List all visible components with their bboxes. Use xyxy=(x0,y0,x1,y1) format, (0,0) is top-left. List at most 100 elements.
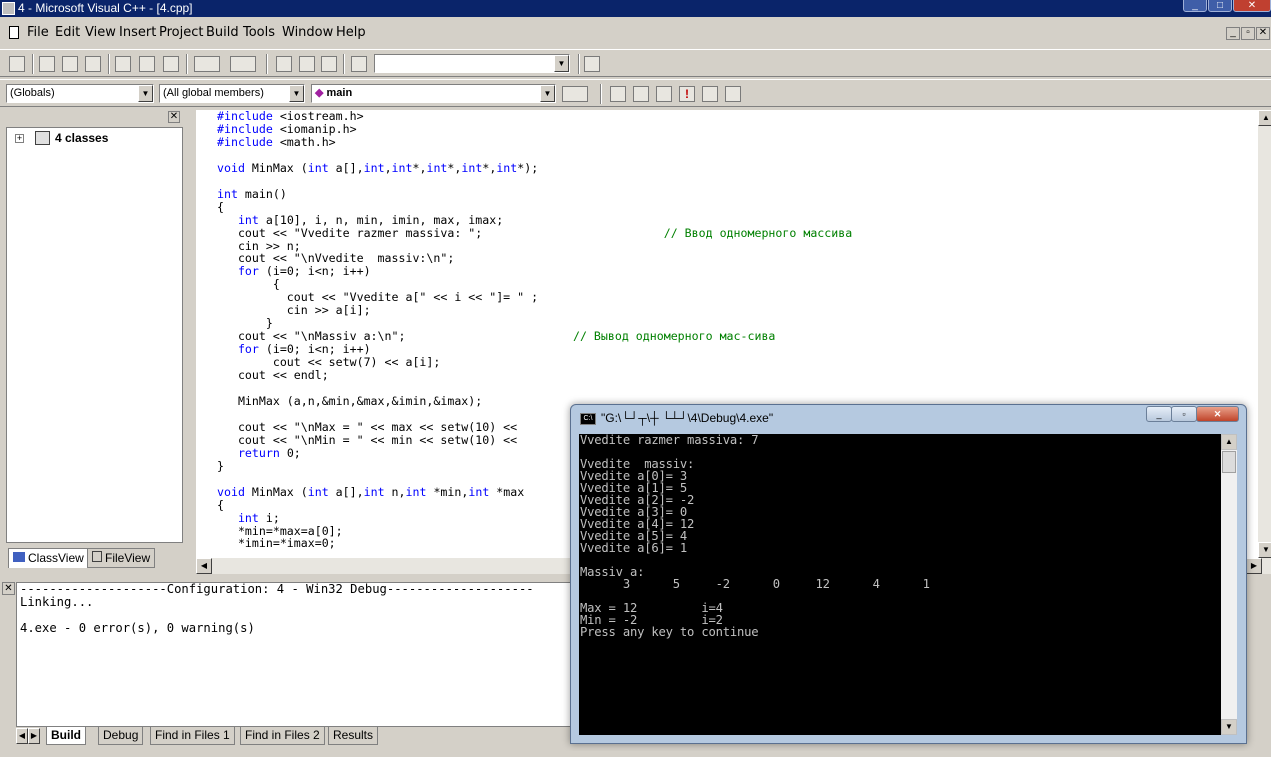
separator xyxy=(600,84,602,104)
code-line[interactable]: int main() xyxy=(217,187,852,201)
new-file-icon[interactable] xyxy=(9,56,25,72)
menu-window[interactable]: Window xyxy=(282,25,333,40)
build-output: --------------------Configuration: 4 - W… xyxy=(20,583,534,635)
find-in-files-icon[interactable] xyxy=(351,56,367,72)
menu-file[interactable]: File xyxy=(27,25,49,40)
chevron-down-icon[interactable]: ▼ xyxy=(540,85,555,102)
go-icon[interactable] xyxy=(702,86,718,102)
scroll-right-icon[interactable]: ▶ xyxy=(28,728,40,744)
tab-fileview[interactable]: FileView xyxy=(87,548,156,568)
tab-find-in-files-2[interactable]: Find in Files 2 xyxy=(240,727,325,745)
wizard-action-icon[interactable] xyxy=(562,86,588,102)
output-line: 4.exe - 0 error(s), 0 warning(s) xyxy=(20,621,255,635)
globals-combo[interactable]: (Globals) ▼ xyxy=(6,84,154,103)
class-tree: + 4 classes xyxy=(6,127,183,543)
function-icon: ◆ xyxy=(315,87,327,99)
close-icon[interactable]: ✕ xyxy=(168,111,180,123)
minimize-icon[interactable]: _ xyxy=(1183,0,1207,12)
window-title: 4 - Microsoft Visual C++ - [4.cpp] xyxy=(18,1,193,15)
menu-view[interactable]: View xyxy=(85,25,116,40)
code-line[interactable]: cout << endl; xyxy=(217,369,852,382)
scroll-thumb[interactable] xyxy=(1222,451,1236,473)
console-screen[interactable]: Vvedite razmer massiva: 7 Vvedite massiv… xyxy=(579,434,1221,735)
close-icon[interactable]: ✕ xyxy=(2,582,15,595)
document-icon[interactable] xyxy=(9,26,19,39)
editor-vscrollbar[interactable]: ▲ ▼ xyxy=(1258,110,1271,558)
code-line[interactable]: for (i=0; i<n; i++) xyxy=(217,265,852,278)
tab-debug[interactable]: Debug xyxy=(98,727,144,745)
scroll-up-icon[interactable]: ▲ xyxy=(1258,110,1271,126)
scroll-left-icon[interactable]: ◀ xyxy=(16,728,28,744)
output-icon[interactable] xyxy=(299,56,315,72)
menu-project[interactable]: Project xyxy=(159,25,203,40)
compile-icon[interactable] xyxy=(610,86,626,102)
tab-find-in-files-1[interactable]: Find in Files 1 xyxy=(150,727,235,745)
title-bar: 4 - Microsoft Visual C++ - [4.cpp] _ □ ✕ xyxy=(0,0,1271,17)
code-line[interactable]: #include <math.h> xyxy=(217,135,852,149)
chevron-down-icon[interactable]: ▼ xyxy=(138,85,153,102)
chevron-down-icon[interactable]: ▼ xyxy=(554,55,569,72)
breakpoint-icon[interactable] xyxy=(725,86,741,102)
function-combo[interactable]: ◆ main ▼ xyxy=(311,84,556,103)
maximize-icon[interactable]: ▫ xyxy=(1171,406,1197,422)
tree-root-label[interactable]: 4 classes xyxy=(55,131,108,145)
open-folder-icon[interactable] xyxy=(39,56,55,72)
code-line[interactable]: void MinMax (int a[],int,int*,int*,int*,… xyxy=(217,161,852,175)
build-icon[interactable] xyxy=(633,86,649,102)
app-icon[interactable] xyxy=(2,2,15,15)
menu-insert[interactable]: Insert xyxy=(119,25,156,40)
menu-build[interactable]: Build xyxy=(206,25,239,40)
globals-value: (Globals) xyxy=(10,87,55,99)
console-line: Vvedite razmer massiva: 7 xyxy=(580,434,759,447)
code-line[interactable] xyxy=(217,175,852,188)
classview-icon xyxy=(13,552,25,562)
minimize-icon[interactable]: _ xyxy=(1146,406,1172,422)
paste-icon[interactable] xyxy=(163,56,179,72)
scroll-left-icon[interactable]: ◀ xyxy=(196,558,212,574)
undo-icon[interactable] xyxy=(194,56,220,72)
code-line[interactable]: #include <iomanip.h> xyxy=(217,122,852,136)
separator xyxy=(32,54,34,74)
members-combo[interactable]: (All global members) ▼ xyxy=(159,84,305,103)
scroll-up-icon[interactable]: ▲ xyxy=(1221,434,1237,450)
console-vscrollbar[interactable]: ▲ ▼ xyxy=(1221,434,1237,735)
scroll-right-icon[interactable]: ▶ xyxy=(1246,558,1262,574)
mdi-close-icon[interactable]: ✕ xyxy=(1256,27,1270,40)
redo-icon[interactable] xyxy=(230,56,256,72)
code-line[interactable]: { xyxy=(217,200,852,214)
menu-edit[interactable]: Edit xyxy=(55,25,80,40)
separator xyxy=(343,54,345,74)
menu-tools[interactable]: Tools xyxy=(243,25,275,40)
scroll-down-icon[interactable]: ▼ xyxy=(1221,719,1237,735)
close-icon[interactable]: ✕ xyxy=(1233,0,1271,12)
workspace-icon[interactable] xyxy=(276,56,292,72)
code-line[interactable]: #include <iostream.h> xyxy=(217,110,852,123)
mdi-restore-icon[interactable]: ▫ xyxy=(1241,27,1255,40)
cut-icon[interactable] xyxy=(115,56,131,72)
chevron-down-icon[interactable]: ▼ xyxy=(289,85,304,102)
wizardbar-toolbar: (Globals) ▼ (All global members) ▼ ◆ main ▼… xyxy=(0,79,1271,107)
search-icon[interactable] xyxy=(584,56,600,72)
console-icon[interactable]: C:\ xyxy=(580,413,596,425)
console-window[interactable]: C:\ "G:\└┘┬\┼ └┴┘\4\Debug\4.exe" _ ▫ ✕ V… xyxy=(570,404,1247,744)
stop-build-icon[interactable] xyxy=(656,86,672,102)
save-icon[interactable] xyxy=(62,56,78,72)
close-icon[interactable]: ✕ xyxy=(1196,406,1239,422)
execute-icon[interactable]: ! xyxy=(679,86,695,102)
find-combo[interactable]: ▼ xyxy=(374,54,570,73)
tab-classview[interactable]: ClassView xyxy=(8,548,89,568)
mdi-minimize-icon[interactable]: _ xyxy=(1226,27,1240,40)
tab-results[interactable]: Results xyxy=(328,727,379,745)
copy-icon[interactable] xyxy=(139,56,155,72)
tab-build[interactable]: Build xyxy=(46,727,86,745)
menu-help[interactable]: Help xyxy=(336,25,366,40)
maximize-icon[interactable]: □ xyxy=(1208,0,1232,12)
expand-icon[interactable]: + xyxy=(15,134,24,143)
output-tabs: ◀ ▶ Build Debug Find in Files 1 Find in … xyxy=(16,727,576,747)
menu-bar: File Edit View Insert Project Build Tool… xyxy=(0,23,1271,43)
code-line[interactable]: cin >> a[i]; xyxy=(217,304,852,317)
scroll-down-icon[interactable]: ▼ xyxy=(1258,542,1271,558)
code-line[interactable]: cout << "Vvedite razmer massiva: "; // В… xyxy=(217,226,852,240)
save-all-icon[interactable] xyxy=(85,56,101,72)
window-list-icon[interactable] xyxy=(321,56,337,72)
